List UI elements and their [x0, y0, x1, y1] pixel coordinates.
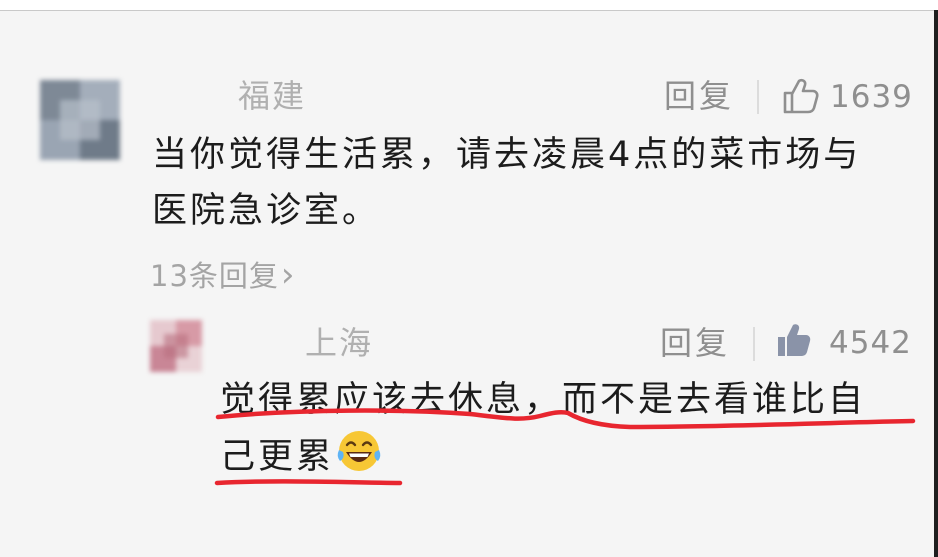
reply-text-line: 觉得累应该去休息，而不是去看谁比自: [220, 380, 867, 420]
view-replies-link[interactable]: 13条回复›: [150, 258, 296, 292]
like-count: 4542: [829, 325, 912, 361]
chevron-right-icon: ›: [280, 255, 296, 295]
reply-button[interactable]: 回复: [664, 80, 734, 112]
avatar[interactable]: [40, 80, 120, 160]
thumbs-up-filled-icon[interactable]: [774, 320, 814, 360]
comment-text-line: 当你觉得生活累，请去凌晨4点的菜市场与: [152, 135, 862, 175]
avatar[interactable]: [150, 320, 202, 372]
comment-text-line: 医院急诊室。: [152, 191, 381, 231]
username[interactable]: 上海: [305, 327, 373, 359]
screen-edge: [934, 10, 938, 557]
divider: [757, 80, 759, 114]
view-replies-label: 13条回复: [150, 259, 279, 293]
top-divider: [0, 0, 938, 11]
comment-text: 当你觉得生活累，请去凌晨4点的菜市场与 医院急诊室。: [152, 127, 861, 239]
thumbs-up-outline-icon[interactable]: [781, 76, 821, 116]
laughing-crying-emoji-icon: [337, 431, 381, 471]
divider: [753, 327, 755, 361]
reply-text: 觉得累应该去休息，而不是去看谁比自 己更累: [220, 372, 866, 485]
reply-text-line: 己更累: [220, 428, 866, 485]
like-count: 1639: [830, 79, 913, 115]
username[interactable]: 福建: [238, 80, 306, 112]
reply-button[interactable]: 回复: [660, 327, 730, 359]
